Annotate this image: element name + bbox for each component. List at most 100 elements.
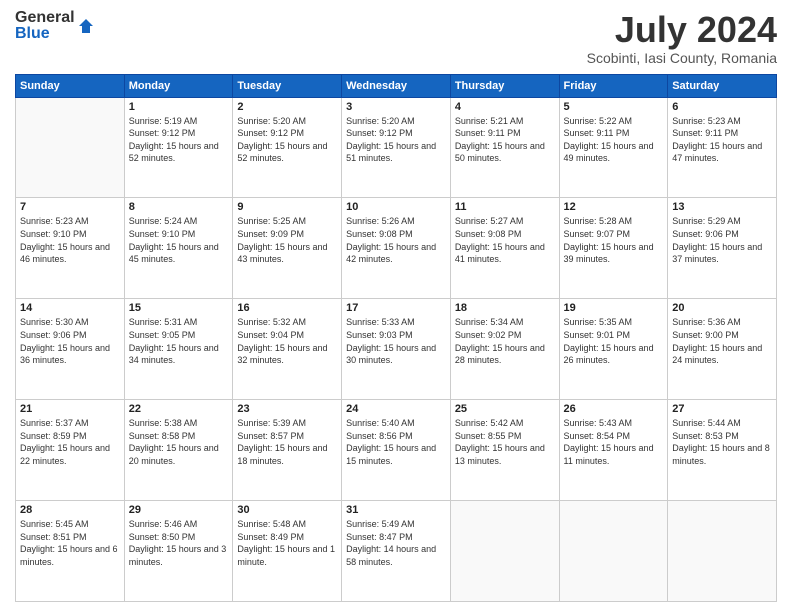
cell-info: Sunrise: 5:37 AM Sunset: 8:59 PM Dayligh… [20, 417, 120, 467]
calendar-cell: 24 Sunrise: 5:40 AM Sunset: 8:56 PM Dayl… [342, 400, 451, 501]
cell-info: Sunrise: 5:40 AM Sunset: 8:56 PM Dayligh… [346, 417, 446, 467]
calendar-cell [559, 501, 668, 602]
day-number: 22 [129, 403, 229, 415]
calendar-cell: 19 Sunrise: 5:35 AM Sunset: 9:01 PM Dayl… [559, 299, 668, 400]
day-header-wednesday: Wednesday [342, 74, 451, 97]
day-number: 6 [672, 101, 772, 113]
calendar-header: SundayMondayTuesdayWednesdayThursdayFrid… [16, 74, 777, 97]
week-row-2: 14 Sunrise: 5:30 AM Sunset: 9:06 PM Dayl… [16, 299, 777, 400]
logo-icon [77, 17, 95, 35]
cell-info: Sunrise: 5:34 AM Sunset: 9:02 PM Dayligh… [455, 316, 555, 366]
calendar-cell: 8 Sunrise: 5:24 AM Sunset: 9:10 PM Dayli… [124, 198, 233, 299]
day-number: 5 [564, 101, 664, 113]
day-number: 30 [237, 504, 337, 516]
week-row-1: 7 Sunrise: 5:23 AM Sunset: 9:10 PM Dayli… [16, 198, 777, 299]
day-number: 18 [455, 302, 555, 314]
cell-info: Sunrise: 5:45 AM Sunset: 8:51 PM Dayligh… [20, 518, 120, 568]
calendar-cell: 30 Sunrise: 5:48 AM Sunset: 8:49 PM Dayl… [233, 501, 342, 602]
cell-info: Sunrise: 5:31 AM Sunset: 9:05 PM Dayligh… [129, 316, 229, 366]
day-number: 19 [564, 302, 664, 314]
calendar-cell: 27 Sunrise: 5:44 AM Sunset: 8:53 PM Dayl… [668, 400, 777, 501]
day-header-friday: Friday [559, 74, 668, 97]
cell-info: Sunrise: 5:48 AM Sunset: 8:49 PM Dayligh… [237, 518, 337, 568]
header: General Blue July 2024 Scobinti, Iasi Co… [15, 10, 777, 66]
day-number: 14 [20, 302, 120, 314]
day-number: 3 [346, 101, 446, 113]
calendar-cell: 26 Sunrise: 5:43 AM Sunset: 8:54 PM Dayl… [559, 400, 668, 501]
calendar-cell: 7 Sunrise: 5:23 AM Sunset: 9:10 PM Dayli… [16, 198, 125, 299]
cell-info: Sunrise: 5:36 AM Sunset: 9:00 PM Dayligh… [672, 316, 772, 366]
day-number: 21 [20, 403, 120, 415]
cell-info: Sunrise: 5:20 AM Sunset: 9:12 PM Dayligh… [346, 115, 446, 165]
calendar-cell: 6 Sunrise: 5:23 AM Sunset: 9:11 PM Dayli… [668, 97, 777, 198]
cell-info: Sunrise: 5:32 AM Sunset: 9:04 PM Dayligh… [237, 316, 337, 366]
day-number: 12 [564, 201, 664, 213]
calendar-cell [450, 501, 559, 602]
cell-info: Sunrise: 5:30 AM Sunset: 9:06 PM Dayligh… [20, 316, 120, 366]
calendar-cell: 15 Sunrise: 5:31 AM Sunset: 9:05 PM Dayl… [124, 299, 233, 400]
header-row: SundayMondayTuesdayWednesdayThursdayFrid… [16, 74, 777, 97]
calendar-cell: 29 Sunrise: 5:46 AM Sunset: 8:50 PM Dayl… [124, 501, 233, 602]
calendar-cell: 2 Sunrise: 5:20 AM Sunset: 9:12 PM Dayli… [233, 97, 342, 198]
day-number: 16 [237, 302, 337, 314]
week-row-4: 28 Sunrise: 5:45 AM Sunset: 8:51 PM Dayl… [16, 501, 777, 602]
week-row-3: 21 Sunrise: 5:37 AM Sunset: 8:59 PM Dayl… [16, 400, 777, 501]
cell-info: Sunrise: 5:42 AM Sunset: 8:55 PM Dayligh… [455, 417, 555, 467]
cell-info: Sunrise: 5:23 AM Sunset: 9:10 PM Dayligh… [20, 215, 120, 265]
cell-info: Sunrise: 5:49 AM Sunset: 8:47 PM Dayligh… [346, 518, 446, 568]
day-number: 10 [346, 201, 446, 213]
cell-info: Sunrise: 5:29 AM Sunset: 9:06 PM Dayligh… [672, 215, 772, 265]
cell-info: Sunrise: 5:25 AM Sunset: 9:09 PM Dayligh… [237, 215, 337, 265]
day-number: 9 [237, 201, 337, 213]
day-header-saturday: Saturday [668, 74, 777, 97]
calendar-cell: 18 Sunrise: 5:34 AM Sunset: 9:02 PM Dayl… [450, 299, 559, 400]
day-number: 11 [455, 201, 555, 213]
day-number: 8 [129, 201, 229, 213]
calendar-cell: 12 Sunrise: 5:28 AM Sunset: 9:07 PM Dayl… [559, 198, 668, 299]
calendar-cell: 23 Sunrise: 5:39 AM Sunset: 8:57 PM Dayl… [233, 400, 342, 501]
page: General Blue July 2024 Scobinti, Iasi Co… [0, 0, 792, 612]
calendar-cell: 4 Sunrise: 5:21 AM Sunset: 9:11 PM Dayli… [450, 97, 559, 198]
calendar-cell: 22 Sunrise: 5:38 AM Sunset: 8:58 PM Dayl… [124, 400, 233, 501]
cell-info: Sunrise: 5:28 AM Sunset: 9:07 PM Dayligh… [564, 215, 664, 265]
day-number: 20 [672, 302, 772, 314]
cell-info: Sunrise: 5:43 AM Sunset: 8:54 PM Dayligh… [564, 417, 664, 467]
calendar-cell: 17 Sunrise: 5:33 AM Sunset: 9:03 PM Dayl… [342, 299, 451, 400]
calendar-cell: 10 Sunrise: 5:26 AM Sunset: 9:08 PM Dayl… [342, 198, 451, 299]
location: Scobinti, Iasi County, Romania [587, 50, 777, 66]
calendar-cell: 1 Sunrise: 5:19 AM Sunset: 9:12 PM Dayli… [124, 97, 233, 198]
day-number: 28 [20, 504, 120, 516]
cell-info: Sunrise: 5:46 AM Sunset: 8:50 PM Dayligh… [129, 518, 229, 568]
calendar-cell [668, 501, 777, 602]
day-number: 31 [346, 504, 446, 516]
day-number: 13 [672, 201, 772, 213]
day-number: 7 [20, 201, 120, 213]
calendar-cell: 5 Sunrise: 5:22 AM Sunset: 9:11 PM Dayli… [559, 97, 668, 198]
day-number: 27 [672, 403, 772, 415]
calendar-cell: 13 Sunrise: 5:29 AM Sunset: 9:06 PM Dayl… [668, 198, 777, 299]
day-number: 25 [455, 403, 555, 415]
day-header-tuesday: Tuesday [233, 74, 342, 97]
cell-info: Sunrise: 5:26 AM Sunset: 9:08 PM Dayligh… [346, 215, 446, 265]
day-number: 2 [237, 101, 337, 113]
calendar-cell: 3 Sunrise: 5:20 AM Sunset: 9:12 PM Dayli… [342, 97, 451, 198]
cell-info: Sunrise: 5:35 AM Sunset: 9:01 PM Dayligh… [564, 316, 664, 366]
day-number: 1 [129, 101, 229, 113]
calendar-cell: 25 Sunrise: 5:42 AM Sunset: 8:55 PM Dayl… [450, 400, 559, 501]
calendar-cell: 16 Sunrise: 5:32 AM Sunset: 9:04 PM Dayl… [233, 299, 342, 400]
day-number: 29 [129, 504, 229, 516]
calendar-cell: 31 Sunrise: 5:49 AM Sunset: 8:47 PM Dayl… [342, 501, 451, 602]
calendar-cell: 28 Sunrise: 5:45 AM Sunset: 8:51 PM Dayl… [16, 501, 125, 602]
cell-info: Sunrise: 5:38 AM Sunset: 8:58 PM Dayligh… [129, 417, 229, 467]
day-header-thursday: Thursday [450, 74, 559, 97]
cell-info: Sunrise: 5:24 AM Sunset: 9:10 PM Dayligh… [129, 215, 229, 265]
calendar-cell: 21 Sunrise: 5:37 AM Sunset: 8:59 PM Dayl… [16, 400, 125, 501]
cell-info: Sunrise: 5:27 AM Sunset: 9:08 PM Dayligh… [455, 215, 555, 265]
calendar-table: SundayMondayTuesdayWednesdayThursdayFrid… [15, 74, 777, 602]
cell-info: Sunrise: 5:23 AM Sunset: 9:11 PM Dayligh… [672, 115, 772, 165]
day-number: 23 [237, 403, 337, 415]
day-header-monday: Monday [124, 74, 233, 97]
calendar-cell: 20 Sunrise: 5:36 AM Sunset: 9:00 PM Dayl… [668, 299, 777, 400]
calendar-cell: 9 Sunrise: 5:25 AM Sunset: 9:09 PM Dayli… [233, 198, 342, 299]
month-title: July 2024 [587, 10, 777, 50]
